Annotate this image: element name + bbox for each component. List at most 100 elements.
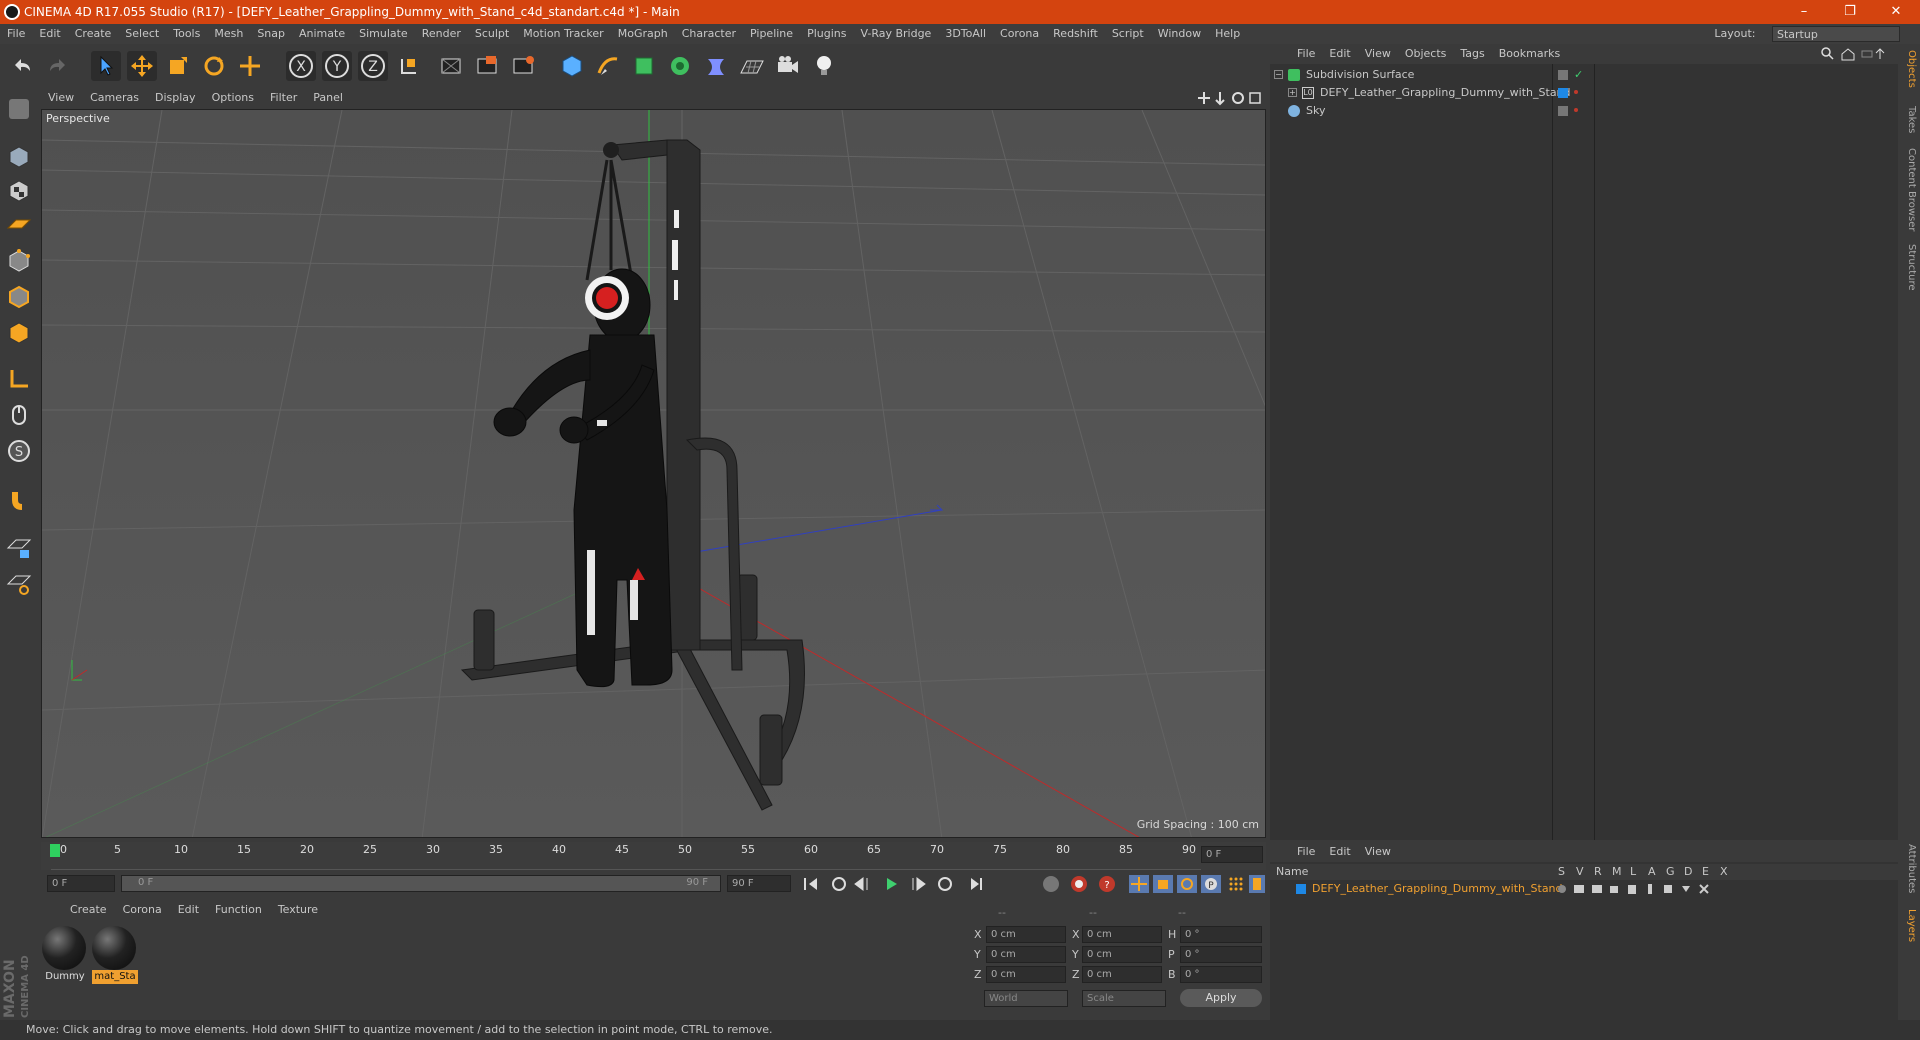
menu-script[interactable]: Script [1105, 24, 1151, 44]
scale-tool-icon[interactable] [163, 51, 193, 81]
menu-render[interactable]: Render [415, 24, 468, 44]
layer-row[interactable]: DEFY_Leather_Grappling_Dummy_with_Stand [1270, 880, 1898, 898]
menu-plugins[interactable]: Plugins [800, 24, 853, 44]
visibility-dots-icon[interactable] [1558, 106, 1568, 116]
col-m[interactable]: M [1612, 864, 1622, 880]
menu-edit[interactable]: Edit [32, 24, 67, 44]
size-x-field[interactable]: 0 cm [1082, 926, 1162, 943]
render-region-icon[interactable] [472, 51, 502, 81]
cube-object-icon[interactable] [557, 51, 587, 81]
texture-mode-icon[interactable] [4, 176, 34, 206]
layer-menu-file[interactable]: File [1290, 842, 1322, 862]
coordinate-system-icon[interactable] [394, 51, 424, 81]
col-e[interactable]: E [1702, 864, 1709, 880]
menu-select[interactable]: Select [118, 24, 166, 44]
om-menu-file[interactable]: File [1290, 44, 1322, 64]
position-x-field[interactable]: 0 cm [986, 926, 1066, 943]
col-d[interactable]: D [1684, 864, 1692, 880]
viewport-menu-cameras[interactable]: Cameras [82, 88, 147, 108]
render-view-icon[interactable] [436, 51, 466, 81]
layer-color-swatch[interactable] [1558, 88, 1568, 98]
apply-button[interactable]: Apply [1180, 989, 1262, 1007]
layer-toggle-icons[interactable] [1556, 883, 1736, 895]
menu-redshift[interactable]: Redshift [1046, 24, 1105, 44]
keyframe-icons[interactable]: ? P [1041, 874, 1266, 894]
maximize-button[interactable]: ❐ [1830, 0, 1870, 24]
menu-vray-bridge[interactable]: V-Ray Bridge [853, 24, 938, 44]
material-menu-edit[interactable]: Edit [170, 900, 207, 920]
menu-animate[interactable]: Animate [292, 24, 352, 44]
material-swatch-dummy[interactable]: Dummy [42, 926, 88, 986]
layer-menu-edit[interactable]: Edit [1322, 842, 1357, 862]
tab-layers[interactable]: Layers [1901, 909, 1917, 942]
size-y-field[interactable]: 0 cm [1082, 946, 1162, 963]
render-dot-icon[interactable] [1574, 108, 1578, 112]
visibility-dots-icon[interactable] [1558, 70, 1568, 80]
object-row-sky[interactable]: Sky [1270, 102, 1898, 120]
workplane-mode-icon[interactable] [4, 210, 34, 240]
close-button[interactable]: ✕ [1876, 0, 1916, 24]
perspective-viewport[interactable]: Perspective Grid Spacing : 100 cm [41, 109, 1266, 838]
size-z-field[interactable]: 0 cm [1082, 966, 1162, 983]
tab-objects[interactable]: Objects [1901, 50, 1917, 88]
om-menu-view[interactable]: View [1358, 44, 1398, 64]
camera-icon[interactable] [773, 51, 803, 81]
tab-takes[interactable]: Takes [1901, 106, 1917, 133]
edges-mode-icon[interactable] [4, 282, 34, 312]
viewport-menu-view[interactable]: View [40, 88, 82, 108]
rotation-b-field[interactable]: 0 ° [1180, 966, 1262, 983]
tab-attributes[interactable]: Attributes [1901, 844, 1917, 893]
tweak-mode-icon[interactable] [4, 400, 34, 430]
deformer-icon[interactable] [701, 51, 731, 81]
light-icon[interactable] [809, 51, 839, 81]
pen-spline-icon[interactable] [593, 51, 623, 81]
model-mode-icon[interactable] [4, 142, 34, 172]
expand-toggle-icon[interactable]: − [1274, 70, 1283, 79]
menu-create[interactable]: Create [68, 24, 119, 44]
position-z-field[interactable]: 0 cm [986, 966, 1066, 983]
minimize-button[interactable]: – [1784, 0, 1824, 24]
col-v[interactable]: V [1576, 864, 1584, 880]
render-dot-icon[interactable] [1574, 90, 1578, 94]
render-to-picture-viewer-icon[interactable] [508, 51, 538, 81]
viewport-menu-filter[interactable]: Filter [262, 88, 305, 108]
timeline-ruler[interactable]: 0 5 10 15 20 25 30 35 40 45 50 55 60 65 … [41, 842, 1266, 870]
playhead-marker[interactable] [50, 844, 60, 857]
col-r[interactable]: R [1594, 864, 1602, 880]
col-x[interactable]: X [1720, 864, 1728, 880]
col-a[interactable]: A [1648, 864, 1656, 880]
frame-range-slider[interactable]: 0 F 90 F [121, 875, 721, 892]
menu-window[interactable]: Window [1151, 24, 1208, 44]
menu-mesh[interactable]: Mesh [207, 24, 250, 44]
menu-motion-tracker[interactable]: Motion Tracker [516, 24, 610, 44]
expand-toggle-icon[interactable]: + [1288, 88, 1297, 97]
menu-corona[interactable]: Corona [993, 24, 1046, 44]
y-axis-lock-icon[interactable]: Y [322, 51, 352, 81]
rotation-p-field[interactable]: 0 ° [1180, 946, 1262, 963]
position-y-field[interactable]: 0 cm [986, 946, 1066, 963]
tab-structure[interactable]: Structure [1901, 244, 1917, 291]
col-s[interactable]: S [1558, 864, 1565, 880]
z-axis-lock-icon[interactable]: Z [358, 51, 388, 81]
snap-magnet-icon[interactable] [4, 484, 34, 514]
om-menu-objects[interactable]: Objects [1398, 44, 1454, 64]
menu-simulate[interactable]: Simulate [352, 24, 415, 44]
layer-color-swatch[interactable] [1296, 884, 1306, 894]
menu-snap[interactable]: Snap [250, 24, 292, 44]
material-swatch-mat-sta[interactable]: mat_Sta [92, 926, 138, 986]
move-tool-icon[interactable] [127, 51, 157, 81]
cloner-icon[interactable] [665, 51, 695, 81]
floor-icon[interactable] [737, 51, 767, 81]
rotate-tool-icon[interactable] [199, 51, 229, 81]
subdivision-generator-icon[interactable] [629, 51, 659, 81]
points-mode-icon[interactable] [4, 246, 34, 276]
current-frame-field[interactable]: 0 F [1201, 846, 1263, 863]
menu-pipeline[interactable]: Pipeline [743, 24, 800, 44]
menu-character[interactable]: Character [675, 24, 743, 44]
menu-help[interactable]: Help [1208, 24, 1247, 44]
menu-sculpt[interactable]: Sculpt [468, 24, 516, 44]
polygons-mode-icon[interactable] [4, 318, 34, 348]
om-search-home-icons[interactable] [1820, 46, 1892, 62]
solo-mode-icon[interactable]: S [4, 436, 34, 466]
workplane-lock-icon[interactable] [4, 532, 34, 562]
